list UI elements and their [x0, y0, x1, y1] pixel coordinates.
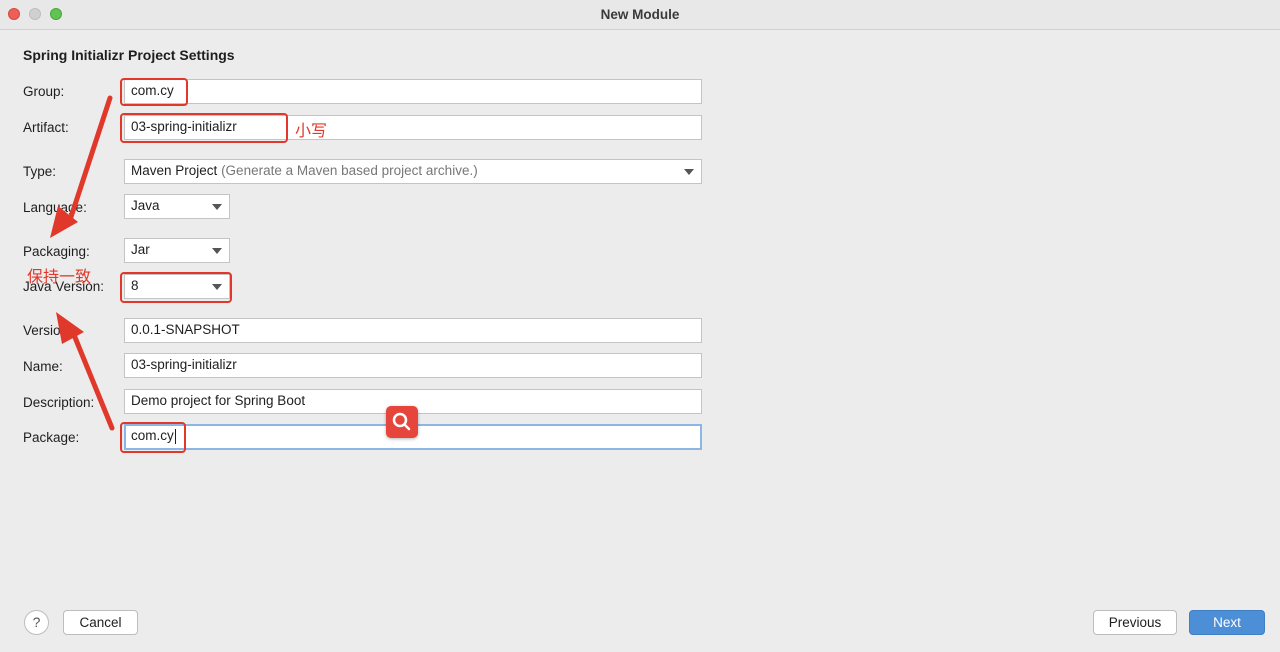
- search-icon[interactable]: [386, 406, 418, 438]
- chevron-down-icon: [212, 204, 222, 210]
- cancel-button[interactable]: Cancel: [63, 610, 138, 635]
- version-label: Version:: [23, 323, 72, 338]
- magnifier-glyph: [392, 412, 411, 431]
- packaging-label: Packaging:: [23, 244, 90, 259]
- name-label: Name:: [23, 359, 63, 374]
- name-value: 03-spring-initializr: [131, 357, 237, 372]
- help-icon[interactable]: ?: [24, 610, 49, 635]
- window-title: New Module: [600, 7, 680, 22]
- group-field[interactable]: com.cy: [124, 79, 702, 104]
- lowercase-annotation: 小写: [295, 121, 328, 140]
- previous-button[interactable]: Previous: [1093, 610, 1177, 635]
- java-version-highlight-box: [120, 272, 232, 303]
- name-field[interactable]: 03-spring-initializr: [124, 353, 702, 378]
- description-label: Description:: [23, 395, 95, 410]
- language-label: Language:: [23, 200, 87, 215]
- window-titlebar: New Module: [0, 0, 1280, 30]
- type-dropdown[interactable]: Maven Project (Generate a Maven based pr…: [124, 159, 702, 184]
- consistent-annotation: 保持一致: [27, 267, 92, 286]
- packaging-value: Jar: [131, 242, 150, 257]
- artifact-label: Artifact:: [23, 120, 69, 135]
- next-button[interactable]: Next: [1189, 610, 1265, 635]
- type-value: Maven Project: [131, 163, 218, 178]
- package-label: Package:: [23, 430, 80, 445]
- chevron-down-icon: [684, 169, 694, 175]
- description-value: Demo project for Spring Boot: [131, 393, 306, 408]
- group-highlight-box: [120, 78, 188, 106]
- group-label: Group:: [23, 84, 65, 99]
- type-hint: (Generate a Maven based project archive.…: [221, 163, 478, 178]
- arrow-package-to-java-version: [69, 327, 115, 431]
- version-field[interactable]: 0.0.1-SNAPSHOT: [124, 318, 702, 343]
- artifact-highlight-box: [120, 113, 288, 143]
- language-dropdown[interactable]: Java: [124, 194, 230, 219]
- version-value: 0.0.1-SNAPSHOT: [131, 322, 240, 337]
- section-title: Spring Initializr Project Settings: [23, 47, 235, 63]
- type-label: Type:: [23, 164, 57, 179]
- language-value: Java: [131, 198, 160, 213]
- chevron-down-icon: [212, 248, 222, 254]
- packaging-dropdown[interactable]: Jar: [124, 238, 230, 263]
- package-highlight-box: [120, 422, 186, 453]
